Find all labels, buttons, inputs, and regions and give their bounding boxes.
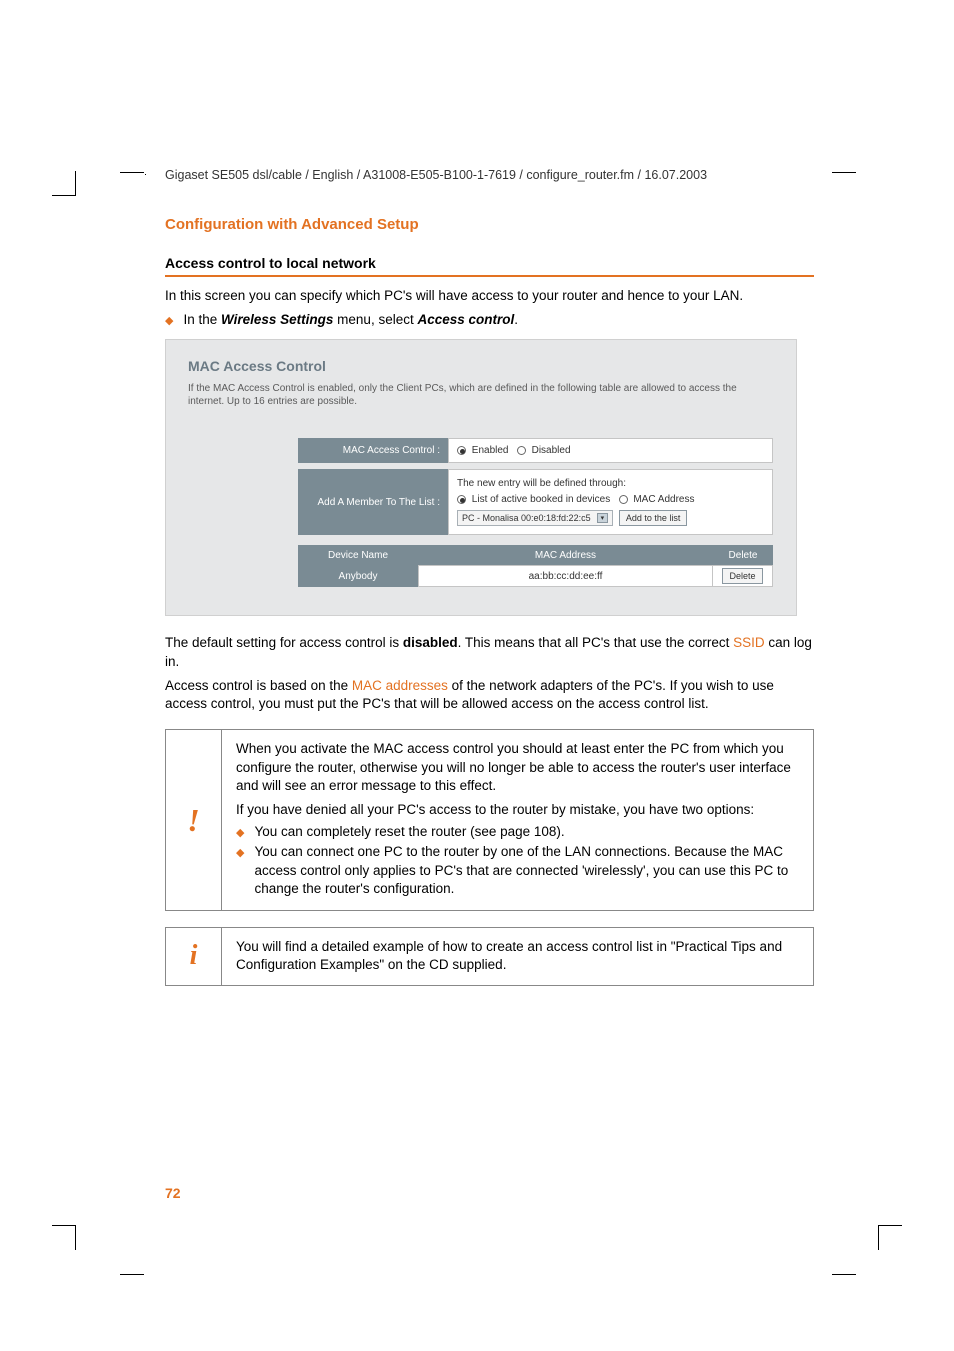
th-delete: Delete [713,550,773,561]
mac-address-label: MAC Address [633,494,694,505]
table-row: Anybody aa:bb:cc:dd:ee:ff Delete [298,565,773,587]
menu-instruction: ◆ In the Wireless Settings menu, select … [165,311,814,329]
warn-bullet-2: ◆ You can connect one PC to the router b… [236,843,799,898]
access-control-text: Access control is based on the MAC addre… [165,677,814,713]
enabled-label: Enabled [472,445,509,456]
list-devices-radio[interactable] [457,495,466,504]
diamond-icon: ◆ [236,826,244,841]
device-select[interactable]: PC - Monalisa 00:e0:18:fd:22:c5 ▾ [457,510,613,526]
device-select-value: PC - Monalisa 00:e0:18:fd:22:c5 [462,513,591,523]
th-device-name: Device Name [298,550,418,561]
delete-button[interactable]: Delete [722,568,762,584]
enabled-radio[interactable] [457,446,466,455]
list-devices-label: List of active booked in devices [472,494,610,505]
mac-table: Device Name MAC Address Delete Anybody a… [298,545,773,587]
td-mac-address: aa:bb:cc:dd:ee:ff [418,565,713,587]
chevron-down-icon: ▾ [597,513,609,523]
doc-path: Gigaset SE505 dsl/cable / English / A310… [165,168,814,182]
mac-addresses-link[interactable]: MAC addresses [352,678,448,693]
warning-box: ! When you activate the MAC access contr… [165,729,814,911]
ssid-link[interactable]: SSID [733,635,765,650]
text: menu, select [333,312,417,327]
mac-access-panel: MAC Access Control If the MAC Access Con… [165,339,797,616]
text: In the [183,312,221,327]
diamond-icon: ◆ [236,846,244,861]
sub-title: Access control to local network [165,255,814,271]
table-header: Device Name MAC Address Delete [298,545,773,565]
page-number: 72 [165,1185,181,1201]
disabled-radio[interactable] [517,446,526,455]
mac-control-label: MAC Access Control : [298,438,448,463]
add-member-label: Add A Member To The List : [298,469,448,535]
menu-name: Wireless Settings [221,312,333,327]
warn-p1: When you activate the MAC access control… [236,740,799,795]
info-icon: i [166,928,222,984]
section-title: Configuration with Advanced Setup [165,216,814,233]
disabled-label: Disabled [532,445,571,456]
th-mac-address: MAC Address [418,550,713,561]
add-member-row: Add A Member To The List : The new entry… [298,469,773,535]
default-setting-text: The default setting for access control i… [165,634,814,670]
info-box: i You will find a detailed example of ho… [165,927,814,985]
menu-item: Access control [417,312,514,327]
entry-defined-text: The new entry will be defined through: [457,478,764,489]
diamond-icon: ◆ [165,314,173,329]
td-device-name: Anybody [298,565,418,587]
text: . [514,312,518,327]
divider [165,275,814,277]
warn-bullet-1: ◆ You can completely reset the router (s… [236,823,799,841]
mac-address-radio[interactable] [619,495,628,504]
panel-description: If the MAC Access Control is enabled, on… [188,382,774,408]
mac-control-row: MAC Access Control : Enabled Disabled [298,438,773,463]
exclamation-icon: ! [166,730,222,910]
add-to-list-button[interactable]: Add to the list [619,510,688,526]
panel-title: MAC Access Control [188,358,774,374]
warn-p2: If you have denied all your PC's access … [236,801,799,819]
intro-text: In this screen you can specify which PC'… [165,287,814,305]
info-text: You will find a detailed example of how … [222,928,813,984]
